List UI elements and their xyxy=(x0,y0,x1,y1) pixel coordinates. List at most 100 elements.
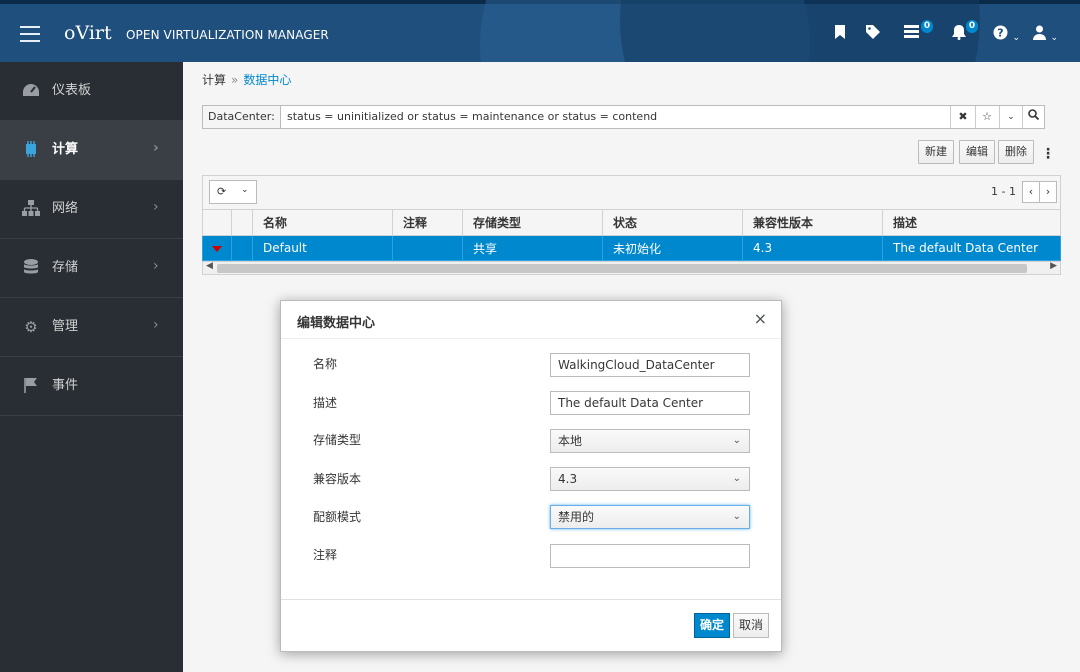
next-page-button[interactable]: › xyxy=(1039,181,1057,203)
masthead: oVirt OPEN VIRTUALIZATION MANAGER 0 0 ? … xyxy=(0,0,1080,62)
dashboard-icon xyxy=(22,82,40,100)
divider xyxy=(975,106,976,128)
clear-search-icon[interactable]: ✖ xyxy=(953,108,973,126)
edit-button[interactable]: 编辑 xyxy=(959,140,995,164)
column-header-name[interactable]: 名称 xyxy=(252,209,393,236)
storage-type-label: 存储类型 xyxy=(313,433,362,447)
horizontal-scrollbar[interactable]: ◀ ▶ xyxy=(202,261,1061,275)
quota-mode-value: 禁用的 xyxy=(558,510,595,524)
column-header-expand xyxy=(202,209,232,236)
scroll-right-icon[interactable]: ▶ xyxy=(1050,261,1057,271)
quota-mode-label: 配额模式 xyxy=(313,510,362,524)
chevron-right-icon: › xyxy=(153,199,159,215)
column-header-spacer xyxy=(231,209,253,236)
column-header-storage-type[interactable]: 存储类型 xyxy=(462,209,603,236)
hamburger-menu-icon[interactable] xyxy=(20,26,40,42)
bell-icon[interactable] xyxy=(952,25,966,43)
database-icon xyxy=(22,259,40,277)
nav-label: 网络 xyxy=(52,201,79,216)
column-header-description[interactable]: 描述 xyxy=(882,209,1061,236)
nav-item-compute[interactable]: 计算 › xyxy=(0,121,183,180)
cell-description: The default Data Center xyxy=(882,235,1061,261)
bookmark-icon[interactable] xyxy=(834,25,846,43)
chevron-down-icon: ⌄ xyxy=(1050,33,1058,43)
flag-icon xyxy=(22,377,40,395)
close-icon[interactable]: × xyxy=(754,309,767,328)
refresh-button[interactable]: ⟳ ⌄ xyxy=(209,180,257,204)
cell-storage-type: 共享 xyxy=(462,235,603,261)
storage-type-value: 本地 xyxy=(558,434,583,448)
uninitialized-status-icon xyxy=(212,246,222,252)
column-header-status[interactable]: 状态 xyxy=(602,209,743,236)
bookmark-star-icon[interactable]: ☆ xyxy=(977,108,997,126)
column-header-version[interactable]: 兼容性版本 xyxy=(742,209,883,236)
cancel-button[interactable]: 取消 xyxy=(733,613,770,638)
spacer-cell xyxy=(231,235,253,261)
compat-version-select[interactable]: 4.3 ⌄ xyxy=(550,467,750,491)
compat-version-value: 4.3 xyxy=(558,472,578,486)
nav-label: 计算 xyxy=(52,142,79,157)
nav-label: 存储 xyxy=(52,260,79,275)
chevron-right-icon: › xyxy=(153,140,159,156)
remove-button[interactable]: 删除 xyxy=(998,140,1034,164)
table-row[interactable]: Default 共享 未初始化 4.3 The default Data Cen… xyxy=(202,235,1061,261)
prev-page-button[interactable]: ‹ xyxy=(1022,181,1040,203)
tasks-icon[interactable] xyxy=(904,25,919,43)
nav-item-storage[interactable]: 存储 › xyxy=(0,239,183,298)
network-icon xyxy=(22,200,40,218)
status-cell xyxy=(202,235,232,261)
chevron-right-icon: › xyxy=(153,258,159,274)
chevron-down-icon: ⌄ xyxy=(732,511,741,522)
svg-text:?: ? xyxy=(997,27,1003,40)
tag-icon[interactable] xyxy=(866,25,882,43)
scroll-left-icon[interactable]: ◀ xyxy=(206,261,213,271)
tasks-count-badge: 0 xyxy=(921,20,933,33)
ovirt-logo[interactable]: oVirt xyxy=(64,22,112,44)
breadcrumb-compute[interactable]: 计算 xyxy=(202,73,226,87)
pagination-range: 1 - 1 xyxy=(991,185,1016,198)
compat-version-label: 兼容版本 xyxy=(313,472,362,486)
divider xyxy=(950,106,951,128)
ok-button[interactable]: 确定 xyxy=(694,613,731,638)
nav-label: 事件 xyxy=(52,378,79,393)
nav-label: 仪表板 xyxy=(52,83,92,98)
breadcrumb-separator: » xyxy=(231,73,239,87)
new-button[interactable]: 新建 xyxy=(918,140,954,164)
nav-item-events[interactable]: 事件 xyxy=(0,357,183,416)
dialog-footer: 确定 取消 xyxy=(281,599,781,652)
storage-type-select[interactable]: 本地 ⌄ xyxy=(550,429,750,453)
product-name: OPEN VIRTUALIZATION MANAGER xyxy=(126,28,329,42)
cell-status: 未初始化 xyxy=(602,235,743,261)
search-bar: DataCenter: status = uninitialized or st… xyxy=(202,105,1045,129)
data-centers-table: 名称 注释 存储类型 状态 兼容性版本 描述 Default 共享 未初始化 4… xyxy=(202,209,1061,261)
dialog-header: 编辑数据中心 × xyxy=(281,301,781,339)
nav-item-administration[interactable]: ⚙ 管理 › xyxy=(0,298,183,357)
search-icon[interactable] xyxy=(1023,108,1043,126)
name-field[interactable]: WalkingCloud_DataCenter xyxy=(550,353,750,377)
dialog-title: 编辑数据中心 xyxy=(297,316,376,331)
chevron-down-icon: ⌄ xyxy=(732,435,741,446)
user-icon[interactable]: ⌄ xyxy=(1033,25,1058,43)
comment-field[interactable] xyxy=(550,544,750,568)
chevron-down-icon[interactable]: ⌄ xyxy=(1001,108,1021,126)
nav-item-dashboard[interactable]: 仪表板 xyxy=(0,62,183,121)
help-icon[interactable]: ? ⌄ xyxy=(993,25,1020,43)
chip-icon xyxy=(22,141,40,159)
chevron-down-icon: ⌄ xyxy=(732,473,741,484)
nav-label: 管理 xyxy=(52,319,79,334)
chevron-down-icon: ⌄ xyxy=(241,185,249,195)
breadcrumb: 计算 » 数据中心 xyxy=(202,71,291,88)
nav-item-network[interactable]: 网络 › xyxy=(0,180,183,239)
cell-comment xyxy=(392,235,463,261)
refresh-icon: ⟳ xyxy=(217,185,227,198)
quota-mode-select[interactable]: 禁用的 ⌄ xyxy=(550,505,750,529)
search-input[interactable]: status = uninitialized or status = maint… xyxy=(287,106,657,128)
breadcrumb-data-centers: 数据中心 xyxy=(243,73,292,87)
chevron-right-icon: › xyxy=(153,317,159,333)
scrollbar-thumb[interactable] xyxy=(217,264,1027,273)
gear-icon: ⚙ xyxy=(24,318,38,336)
table-header-row: 名称 注释 存储类型 状态 兼容性版本 描述 xyxy=(202,209,1061,236)
column-header-comment[interactable]: 注释 xyxy=(392,209,463,236)
description-field[interactable]: The default Data Center xyxy=(550,391,750,415)
kebab-menu-icon[interactable]: ⋮ xyxy=(1041,144,1055,164)
